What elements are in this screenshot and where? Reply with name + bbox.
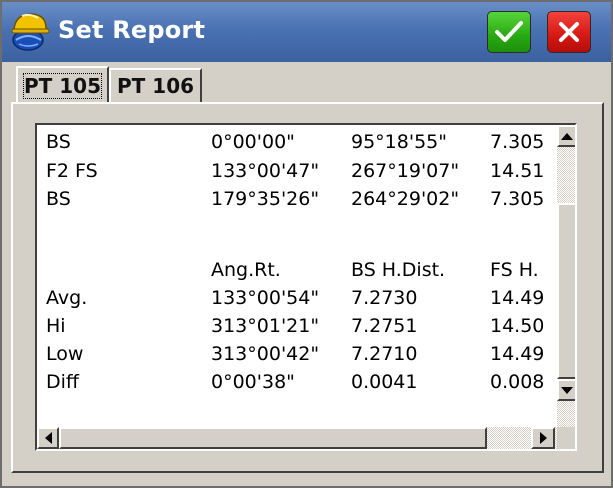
report-cell: 179°35'26" — [211, 188, 320, 210]
window-title: Set Report — [58, 16, 206, 44]
tab-label: PT 105 — [22, 73, 103, 99]
scroll-right-button[interactable] — [531, 427, 555, 449]
report-header-cell: FS H. — [490, 259, 539, 281]
arrow-right-icon — [539, 432, 547, 444]
arrow-up-icon — [561, 132, 573, 140]
scroll-up-button[interactable] — [557, 125, 575, 147]
tab-pt-105[interactable]: PT 105 — [16, 66, 110, 104]
scroll-left-button[interactable] — [37, 427, 59, 449]
report-cell: Hi — [46, 315, 66, 337]
scroll-down-button[interactable] — [557, 379, 575, 401]
title-bar: Set Report — [2, 2, 611, 62]
report-cell: 7.305 — [490, 131, 545, 153]
report-cell: 14.49 — [490, 343, 545, 365]
horizontal-scroll-thumb[interactable] — [59, 427, 487, 449]
hardhat-globe-icon — [11, 13, 50, 51]
report-header-cell: BS H.Dist. — [351, 259, 446, 281]
tab-pt-106[interactable]: PT 106 — [109, 68, 203, 102]
vertical-scroll-thumb[interactable] — [557, 203, 575, 379]
report-cell: 14.51 — [490, 160, 545, 182]
report-content: BS 0°00'00" 95°18'55" 7.305 F2 FS 133°00… — [37, 125, 557, 427]
ok-button[interactable] — [487, 11, 531, 53]
tab-label: PT 106 — [117, 74, 195, 98]
scrollbar-corner — [557, 427, 575, 449]
report-header-cell: Ang.Rt. — [211, 259, 281, 281]
report-cell: 7.2751 — [351, 315, 418, 337]
report-cell: 133°00'47" — [211, 160, 320, 182]
report-cell: 7.305 — [490, 188, 545, 210]
arrow-left-icon — [44, 432, 52, 444]
report-cell: 267°19'07" — [351, 160, 460, 182]
report-cell: 0°00'00" — [211, 131, 295, 153]
report-cell: F2 FS — [46, 160, 98, 182]
report-cell: BS — [46, 131, 71, 153]
report-cell: 14.49 — [490, 287, 545, 309]
report-cell: 313°00'42" — [211, 343, 320, 365]
checkmark-icon — [495, 21, 523, 42]
report-cell: 0.0041 — [351, 371, 418, 393]
report-cell: 133°00'54" — [211, 287, 320, 309]
report-cell: 14.50 — [490, 315, 545, 337]
report-cell: 95°18'55" — [351, 131, 447, 153]
report-cell: Low — [46, 343, 84, 365]
tab-strip: PT 105 PT 106 — [16, 66, 203, 104]
report-cell: 0°00'38" — [211, 371, 295, 393]
report-cell: 7.2710 — [351, 343, 418, 365]
report-cell: 7.2730 — [351, 287, 418, 309]
report-cell: BS — [46, 188, 71, 210]
report-cell: Diff — [46, 371, 79, 393]
report-cell: 264°29'02" — [351, 188, 460, 210]
horizontal-scrollbar[interactable] — [37, 427, 557, 449]
arrow-down-icon — [561, 386, 573, 394]
report-cell: Avg. — [46, 287, 88, 309]
close-x-icon — [559, 22, 579, 42]
close-button[interactable] — [547, 11, 591, 53]
report-list[interactable]: BS 0°00'00" 95°18'55" 7.305 F2 FS 133°00… — [35, 123, 577, 451]
vertical-scrollbar[interactable] — [557, 125, 575, 427]
report-cell: 0.008 — [490, 371, 545, 393]
report-cell: 313°01'21" — [211, 315, 320, 337]
